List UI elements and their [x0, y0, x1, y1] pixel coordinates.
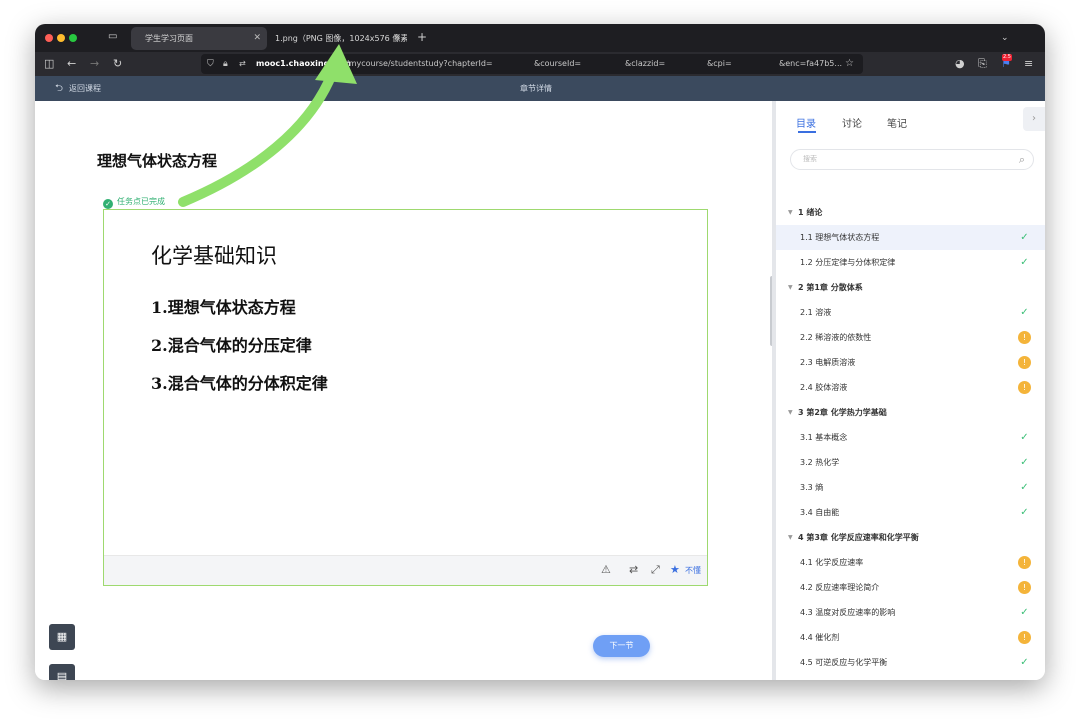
annotation-arrow — [178, 44, 357, 207]
browser-window: ▭ 学生学习页面 ✕ 1.png（PNG 图像，1024x576 像素） ✕ +… — [35, 24, 1045, 680]
